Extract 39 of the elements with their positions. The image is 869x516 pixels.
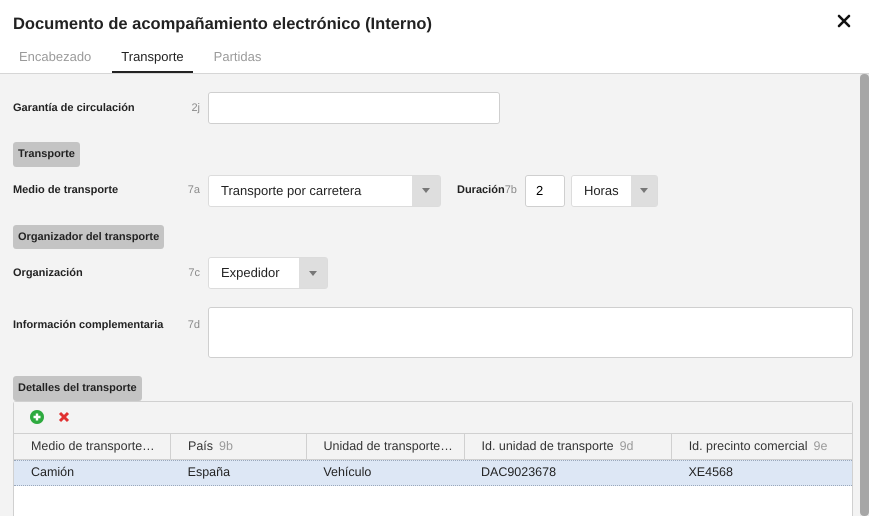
scrollbar[interactable]	[860, 74, 869, 516]
add-icon[interactable]	[30, 410, 44, 424]
field-code: 7d	[186, 318, 200, 333]
column-header[interactable]: Unidad de transporte…	[306, 434, 465, 458]
delete-icon[interactable]	[58, 411, 70, 423]
caret-icon	[422, 188, 430, 193]
table-row[interactable]: Camión España Vehículo DAC9023678 XE4568	[14, 460, 852, 486]
column-header[interactable]: Id. precinto comercial 9e	[672, 434, 852, 458]
table-cell-text: España	[186, 464, 232, 482]
field-code: 7a	[186, 183, 200, 198]
section-label: Detalles del transporte	[13, 376, 142, 400]
input-field[interactable]	[208, 92, 500, 124]
dropdown[interactable]: Expedidor	[208, 257, 328, 289]
field-label: Garantía de circulación	[13, 100, 136, 116]
section-label: Organizador del transporte	[13, 224, 164, 249]
tab[interactable]: Transporte	[112, 43, 193, 73]
caret-icon	[640, 188, 648, 193]
field-code: 7c	[187, 266, 200, 281]
field-label: Medio de transporte	[13, 183, 120, 198]
column-header[interactable]: Medio de transporte…	[14, 434, 171, 458]
caret-icon	[309, 270, 317, 276]
table-cell-text: XE4568	[687, 464, 734, 482]
field-label: Información complementaria	[13, 318, 164, 333]
table-cell-text: Vehículo	[322, 464, 372, 482]
input-field[interactable]: 2	[524, 174, 565, 206]
table-cell-text: Camión	[30, 464, 76, 482]
dropdown[interactable]: Horas	[570, 174, 658, 206]
field-code: 2j	[190, 100, 200, 116]
field-code: 7b	[504, 183, 517, 198]
field-label: Organización	[13, 266, 84, 281]
column-header[interactable]: Id. unidad de transporte 9d	[464, 434, 672, 458]
field-label: Duración	[457, 183, 505, 198]
column-header[interactable]: País 9b	[171, 434, 307, 458]
section-label: Transporte	[13, 142, 80, 166]
dropdown[interactable]: Transporte por carretera	[208, 174, 441, 206]
close-icon[interactable]	[837, 14, 851, 28]
text-area[interactable]	[208, 307, 853, 358]
dialog-title: Documento de acompañamiento electrónico (Interno)	[12, 14, 432, 35]
table-cell-text: DAC9023678	[480, 464, 558, 482]
